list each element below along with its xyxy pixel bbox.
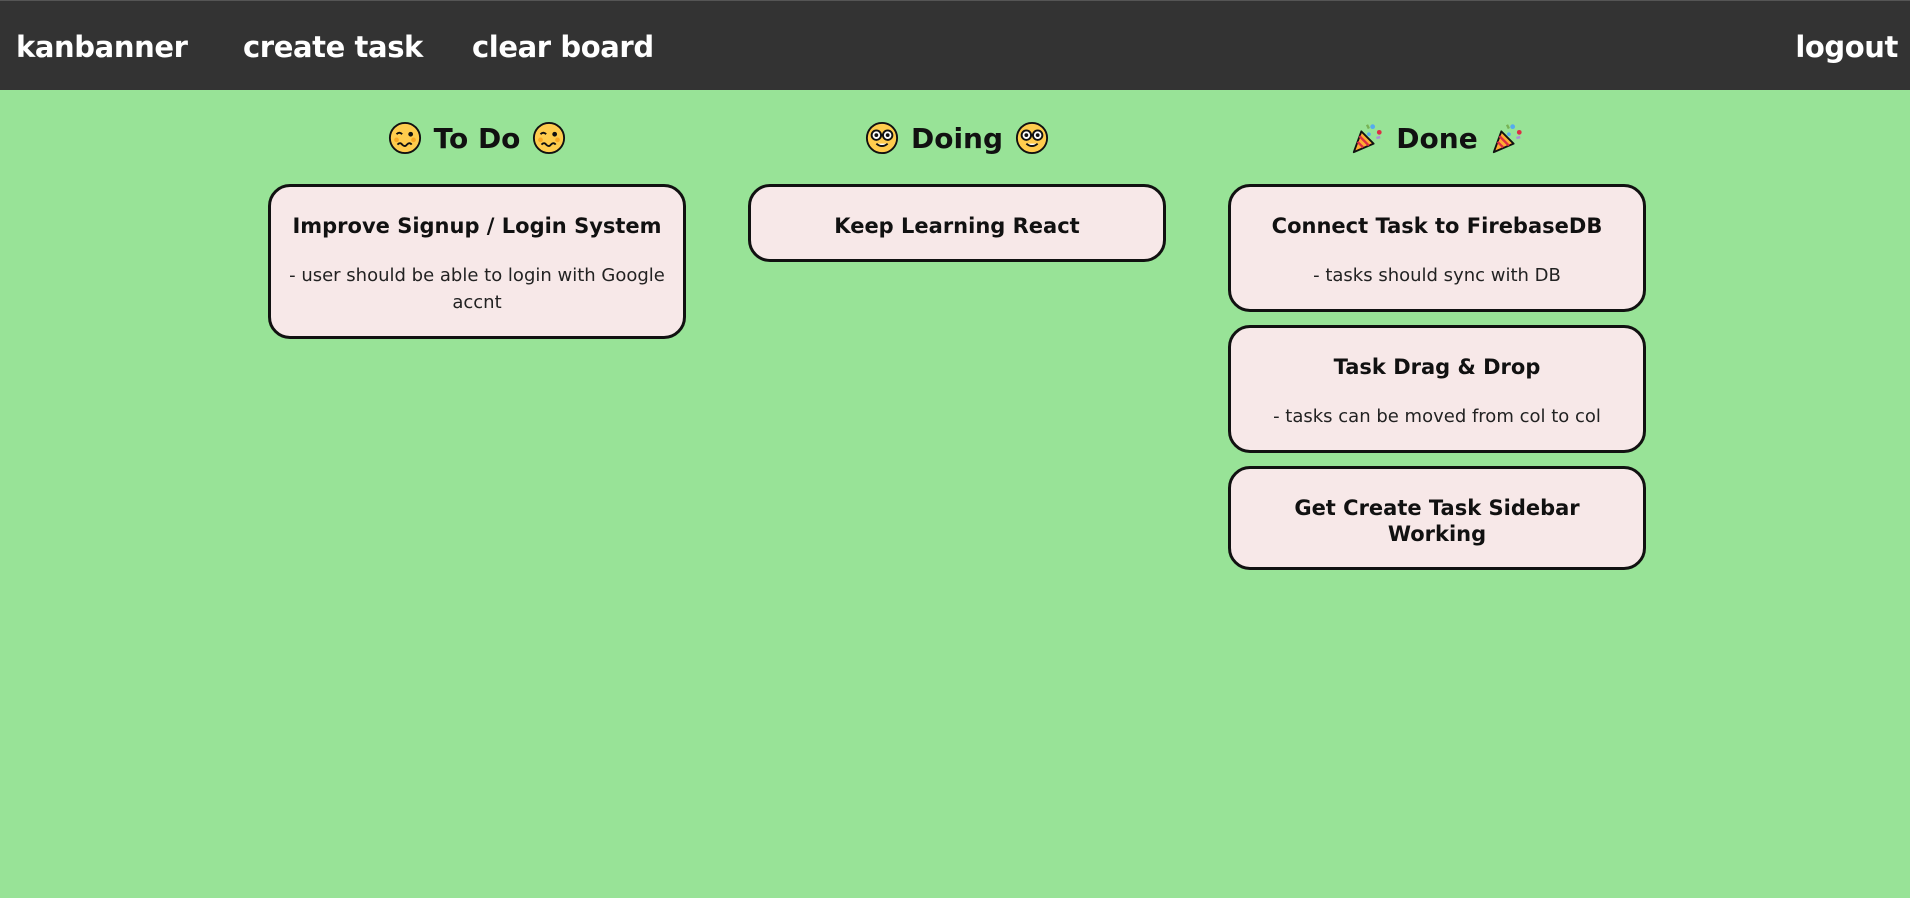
task-card[interactable]: Improve Signup / Login System - user sho… (268, 184, 686, 339)
column-title: Done (1396, 121, 1478, 155)
column-todo: To Do Improve Signup / Login System - us… (268, 90, 686, 352)
task-title: Keep Learning React (834, 214, 1080, 238)
task-description: - tasks should sync with DB (1313, 265, 1561, 286)
create-task-link[interactable]: create task (243, 1, 423, 91)
column-done: Done Connect Task to FirebaseDB - tasks … (1228, 90, 1646, 583)
brand-link[interactable]: kanbanner (16, 1, 188, 91)
nerd-face-icon (865, 121, 899, 155)
task-card[interactable]: Get Create Task Sidebar Working (1228, 466, 1646, 570)
party-popper-icon (1350, 121, 1384, 155)
woozy-face-icon (388, 121, 422, 155)
task-title: Get Create Task Sidebar Working (1294, 496, 1580, 546)
column-title: To Do (433, 121, 521, 155)
task-description: - tasks can be moved from col to col (1273, 406, 1601, 427)
column-header: Done (1228, 90, 1646, 184)
logout-link[interactable]: logout (1795, 1, 1898, 91)
task-title: Improve Signup / Login System (292, 214, 662, 238)
task-title: Task Drag & Drop (1333, 355, 1541, 379)
task-card[interactable]: Connect Task to FirebaseDB - tasks shoul… (1228, 184, 1646, 312)
column-doing: Doing Keep Learning React (748, 90, 1166, 275)
column-header: To Do (268, 90, 686, 184)
woozy-face-icon (532, 121, 566, 155)
task-card[interactable]: Task Drag & Drop - tasks can be moved fr… (1228, 325, 1646, 453)
party-popper-icon (1490, 121, 1524, 155)
column-title: Doing (910, 121, 1004, 155)
nerd-face-icon (1015, 121, 1049, 155)
navbar: kanbanner create task clear board logout (0, 0, 1910, 90)
task-card[interactable]: Keep Learning React (748, 184, 1166, 262)
clear-board-link[interactable]: clear board (472, 1, 654, 91)
column-header: Doing (748, 90, 1166, 184)
task-description: - user should be able to login with Goog… (289, 265, 665, 313)
task-title: Connect Task to FirebaseDB (1271, 214, 1603, 238)
